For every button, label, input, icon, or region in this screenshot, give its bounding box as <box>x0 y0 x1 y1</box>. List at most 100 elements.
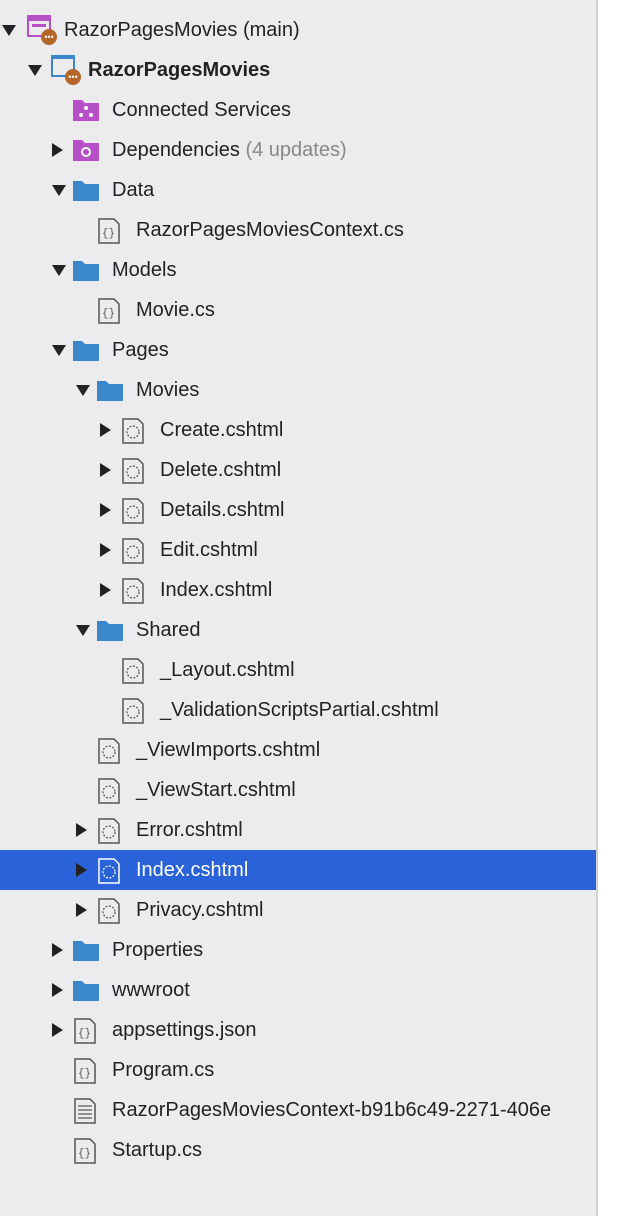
tree-item-label: Delete.cshtml <box>160 459 281 482</box>
tree-item-label: Privacy.cshtml <box>136 899 263 922</box>
tree-item-razorpagesmovies-main[interactable]: ••• RazorPagesMovies (main) <box>0 10 596 50</box>
tree-item-viewimports-cshtml[interactable]: _ViewImports.cshtml <box>0 730 596 770</box>
disclosure-collapsed-icon[interactable] <box>100 543 111 557</box>
folder-icon <box>72 937 100 963</box>
disclosure-expanded-icon[interactable] <box>52 345 66 356</box>
item-name: RazorPagesMovies <box>88 59 271 81</box>
tree-item-index-cshtml[interactable]: Index.cshtml <box>0 570 596 610</box>
disclosure-collapsed-icon[interactable] <box>100 503 111 517</box>
item-name: Index.cshtml <box>160 579 273 601</box>
svg-text:•••: ••• <box>68 72 77 82</box>
folder-icon <box>72 177 100 203</box>
tree-item-dependencies[interactable]: Dependencies (4 updates) <box>0 130 596 170</box>
disclosure-collapsed-icon[interactable] <box>52 1023 63 1037</box>
tree-item-label: _ValidationScriptsPartial.cshtml <box>160 699 439 722</box>
tree-item-label: Shared <box>136 619 201 642</box>
disclosure-collapsed-icon[interactable] <box>52 143 63 157</box>
disclosure-collapsed-icon[interactable] <box>100 463 111 477</box>
tree-item-properties[interactable]: Properties <box>0 930 596 970</box>
svg-text:{}: {} <box>102 308 115 320</box>
disclosure-collapsed-icon[interactable] <box>52 943 63 957</box>
disclosure-expanded-icon[interactable] <box>52 265 66 276</box>
tree-item-appsettings-json[interactable]: {} appsettings.json <box>0 1010 596 1050</box>
razor-file-icon <box>120 577 148 604</box>
disclosure-collapsed-icon[interactable] <box>100 583 111 597</box>
item-name: Pages <box>112 339 169 361</box>
csharp-file-icon: {} <box>96 217 124 244</box>
tree-item-label: _ViewStart.cshtml <box>136 779 296 802</box>
tree-item-details-cshtml[interactable]: Details.cshtml <box>0 490 596 530</box>
tree-item-delete-cshtml[interactable]: Delete.cshtml <box>0 450 596 490</box>
tree-item-label: RazorPagesMoviesContext-b91b6c49-2271-40… <box>112 1099 551 1122</box>
tree-item-privacy-cshtml[interactable]: Privacy.cshtml <box>0 890 596 930</box>
tree-item-label: _ViewImports.cshtml <box>136 739 320 762</box>
disclosure-expanded-icon[interactable] <box>2 25 16 36</box>
item-name: Dependencies <box>112 139 240 161</box>
item-name: Startup.cs <box>112 1139 203 1161</box>
item-name: Data <box>112 179 155 201</box>
csharp-file-icon: {} <box>72 1057 100 1084</box>
tree-item-error-cshtml[interactable]: Error.cshtml <box>0 810 596 850</box>
tree-item-movies[interactable]: Movies <box>0 370 596 410</box>
tree-item-razorpagesmoviescontext-cs[interactable]: {} RazorPagesMoviesContext.cs <box>0 210 596 250</box>
disclosure-collapsed-icon[interactable] <box>52 983 63 997</box>
razor-file-icon <box>120 457 148 484</box>
item-name: _ViewStart.cshtml <box>136 779 296 801</box>
disclosure-collapsed-icon[interactable] <box>76 863 87 877</box>
tree-item-layout-cshtml[interactable]: _Layout.cshtml <box>0 650 596 690</box>
tree-item-shared[interactable]: Shared <box>0 610 596 650</box>
item-name: RazorPagesMoviesContext-b91b6c49-2271-40… <box>112 1099 552 1121</box>
item-name: RazorPagesMovies (main) <box>64 19 300 41</box>
tree-item-movie-cs[interactable]: {} Movie.cs <box>0 290 596 330</box>
disclosure-expanded-icon[interactable] <box>28 65 42 76</box>
svg-text:•••: ••• <box>44 32 53 42</box>
item-name: Movie.cs <box>136 299 215 321</box>
tree-item-viewstart-cshtml[interactable]: _ViewStart.cshtml <box>0 770 596 810</box>
tree-item-label: RazorPagesMovies <box>88 59 270 82</box>
item-name: Index.cshtml <box>136 859 249 881</box>
item-name: Privacy.cshtml <box>136 899 264 921</box>
tree-item-label: Connected Services <box>112 99 291 122</box>
disclosure-expanded-icon[interactable] <box>76 625 90 636</box>
tree-item-pages[interactable]: Pages <box>0 330 596 370</box>
tree-item-label: Create.cshtml <box>160 419 283 442</box>
item-name: _ViewImports.cshtml <box>136 739 321 761</box>
folder-icon <box>72 977 100 1003</box>
tree-item-program-cs[interactable]: {} Program.cs <box>0 1050 596 1090</box>
razor-file-icon <box>96 777 124 804</box>
tree-item-edit-cshtml[interactable]: Edit.cshtml <box>0 530 596 570</box>
tree-item-razorpagesmoviescontext-b91b6c49-2271-406e[interactable]: RazorPagesMoviesContext-b91b6c49-2271-40… <box>0 1090 596 1130</box>
tree-item-data[interactable]: Data <box>0 170 596 210</box>
item-name: Create.cshtml <box>160 419 284 441</box>
disclosure-collapsed-icon[interactable] <box>76 903 87 917</box>
json-file-icon: {} <box>72 1017 100 1044</box>
razor-file-icon <box>120 537 148 564</box>
disclosure-expanded-icon[interactable] <box>52 185 66 196</box>
solution-pad: ••• RazorPagesMovies (main) ••• RazorPagesM… <box>0 0 598 1216</box>
tree-item-razorpagesmovies[interactable]: ••• RazorPagesMovies <box>0 50 596 90</box>
tree-item-validationscriptspartial-cshtml[interactable]: _ValidationScriptsPartial.cshtml <box>0 690 596 730</box>
disclosure-expanded-icon[interactable] <box>76 385 90 396</box>
disclosure-collapsed-icon[interactable] <box>76 823 87 837</box>
tree-item-index-cshtml[interactable]: Index.cshtml <box>0 850 596 890</box>
tree-item-connected-services[interactable]: Connected Services <box>0 90 596 130</box>
solution-icon: ••• <box>26 14 57 45</box>
tree-item-label: Dependencies (4 updates) <box>112 139 347 162</box>
tree-item-create-cshtml[interactable]: Create.cshtml <box>0 410 596 450</box>
item-name: appsettings.json <box>112 1019 257 1041</box>
tree-item-label: Movie.cs <box>136 299 215 322</box>
item-name: Properties <box>112 939 204 961</box>
folder-icon <box>96 377 124 403</box>
tree-item-label: Details.cshtml <box>160 499 284 522</box>
tree-item-label: Models <box>112 259 176 282</box>
tree-item-wwwroot[interactable]: wwwroot <box>0 970 596 1010</box>
item-name: Connected Services <box>112 99 291 121</box>
csharp-file-icon: {} <box>72 1137 100 1164</box>
tree-item-startup-cs[interactable]: {} Startup.cs <box>0 1130 596 1170</box>
disclosure-collapsed-icon[interactable] <box>100 423 111 437</box>
razor-file-icon <box>120 657 148 684</box>
svg-text:{}: {} <box>78 1068 91 1080</box>
tree-item-label: Startup.cs <box>112 1139 202 1162</box>
item-name: _ValidationScriptsPartial.cshtml <box>160 699 439 721</box>
tree-item-models[interactable]: Models <box>0 250 596 290</box>
